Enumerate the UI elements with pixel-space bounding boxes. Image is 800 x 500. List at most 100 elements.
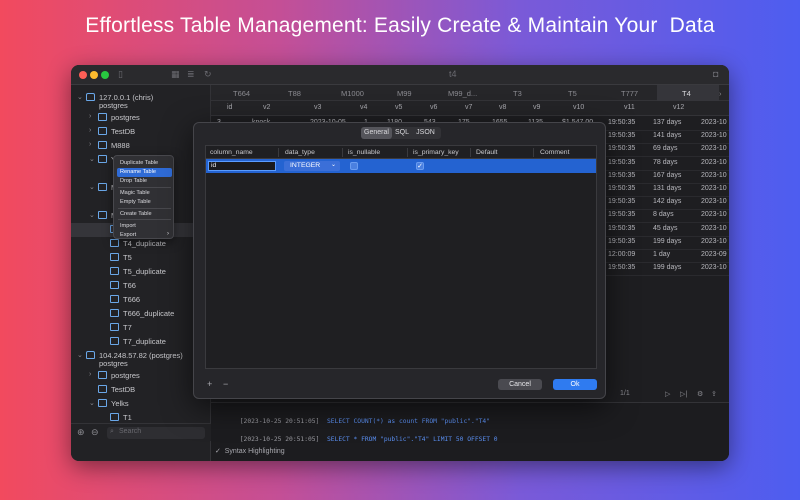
sidebar-item-db[interactable]: TestDB <box>71 383 211 397</box>
context-menu-item-create-table[interactable]: Create Table <box>117 210 172 219</box>
grid-cell[interactable]: 2023-10 <box>701 172 727 179</box>
grid-column-header[interactable]: v4 <box>360 104 367 111</box>
tab-m99_d...[interactable]: M99_d... <box>448 89 477 98</box>
sidebar-item-table[interactable]: T666 <box>71 293 211 307</box>
grid-cell[interactable]: 2023-10 <box>701 185 727 192</box>
grid-cell[interactable]: 141 days <box>653 132 681 139</box>
grid-cell[interactable]: 19:50:35 <box>608 132 635 139</box>
chevron-down-icon[interactable]: ⌄ <box>77 351 83 359</box>
grid-cell[interactable]: 2023-10 <box>701 238 727 245</box>
context-menu-item-import[interactable]: Import <box>117 222 172 231</box>
tab-sql[interactable]: SQL <box>392 127 412 139</box>
syntax-highlighting-toggle[interactable]: ✓ Syntax Highlighting <box>215 447 285 455</box>
chevron-down-icon[interactable]: ⌄ <box>77 93 83 101</box>
grid-cell[interactable]: 19:50:35 <box>608 198 635 205</box>
col-header-comment[interactable]: Comment <box>540 149 569 156</box>
grid-column-header[interactable]: v10 <box>573 104 584 111</box>
grid-column-header[interactable]: v7 <box>465 104 472 111</box>
context-menu-item-empty-table[interactable]: Empty Table <box>117 198 172 207</box>
grid-cell[interactable]: 199 days <box>653 264 681 271</box>
grid-column-header[interactable]: v8 <box>499 104 506 111</box>
sidebar-item-db[interactable]: › postgres <box>71 369 211 383</box>
minimize-window-button[interactable] <box>90 71 98 79</box>
grid-cell[interactable]: 2023-10 <box>701 119 727 126</box>
tab-t664[interactable]: T664 <box>233 89 250 98</box>
is-nullable-checkbox[interactable] <box>350 162 358 170</box>
grid-cell[interactable]: 19:50:35 <box>608 145 635 152</box>
filter-icon[interactable]: ⊖ <box>91 427 99 438</box>
col-header-data-type[interactable]: data_type <box>285 149 315 156</box>
grid-cell[interactable]: 2023-10 <box>701 132 727 139</box>
sidebar-item-table[interactable]: T666_duplicate <box>71 307 211 321</box>
refresh-icon[interactable]: ↻ <box>204 69 212 80</box>
remove-column-button[interactable]: − <box>223 379 228 389</box>
context-menu-item-duplicate-table[interactable]: Duplicate Table <box>117 159 172 168</box>
camera-icon[interactable]: ◘ <box>713 69 718 79</box>
tab-t777[interactable]: T777 <box>621 89 638 98</box>
is-primary-key-checkbox[interactable]: ✓ <box>416 162 424 170</box>
grid-cell[interactable]: 19:50:35 <box>608 159 635 166</box>
data-type-select[interactable]: INTEGER ⌄ <box>284 161 340 171</box>
add-column-button[interactable]: + <box>207 379 212 389</box>
grid-column-header[interactable]: v2 <box>263 104 270 111</box>
ok-button[interactable]: Ok <box>553 379 597 390</box>
zoom-window-button[interactable] <box>101 71 109 79</box>
grid-cell[interactable]: 2023-10 <box>701 198 727 205</box>
tab-m99[interactable]: M99 <box>397 89 412 98</box>
col-header-column-name[interactable]: column_name <box>210 149 253 156</box>
col-header-is-nullable[interactable]: is_nullable <box>348 149 380 156</box>
sidebar-item-server[interactable]: ⌄ 104.248.57.82 (postgres) <box>71 349 211 363</box>
grid-cell[interactable]: 2023-10 <box>701 211 727 218</box>
tab-t4[interactable]: T4 <box>682 89 691 98</box>
more-tabs-icon[interactable]: › <box>719 89 722 98</box>
tab-t3[interactable]: T3 <box>513 89 522 98</box>
col-header-is-primary-key[interactable]: is_primary_key <box>413 149 459 156</box>
grid-cell[interactable]: 19:50:35 <box>608 172 635 179</box>
chevron-down-icon[interactable]: ⌄ <box>89 211 95 219</box>
sidebar-item-db[interactable]: › TestDB <box>71 125 211 139</box>
chevron-down-icon[interactable]: ⌄ <box>89 155 95 163</box>
chevron-right-icon[interactable]: › <box>89 113 91 120</box>
tab-m1000[interactable]: M1000 <box>341 89 364 98</box>
grid-cell[interactable]: 45 days <box>653 225 678 232</box>
grid-cell[interactable]: 2023-09 <box>701 251 727 258</box>
sidebar-item-table[interactable]: T5 <box>71 251 211 265</box>
grid-column-header[interactable]: v12 <box>673 104 684 111</box>
grid-cell[interactable]: 78 days <box>653 159 678 166</box>
sidebar-item-server[interactable]: ⌄ 127.0.0.1 (chris) <box>71 91 211 105</box>
sidebar-item-db[interactable]: › M888 <box>71 139 211 153</box>
grid-icon[interactable]: ▦ <box>171 69 180 80</box>
grid-cell[interactable]: 19:50:35 <box>608 264 635 271</box>
tab-general[interactable]: General <box>361 127 392 139</box>
grid-cell[interactable]: 19:50:35 <box>608 211 635 218</box>
grid-column-header[interactable]: v3 <box>314 104 321 111</box>
settings-icon[interactable]: ⚙ <box>697 390 703 398</box>
sidebar-item-db[interactable]: ⌄ Yelks <box>71 397 211 411</box>
grid-cell[interactable]: 2023-10 <box>701 225 727 232</box>
grid-cell[interactable]: 1 day <box>653 251 670 258</box>
context-menu-item-drop-table[interactable]: Drop Table <box>117 177 172 186</box>
grid-column-header[interactable]: v9 <box>533 104 540 111</box>
grid-cell[interactable]: 19:50:35 <box>608 119 635 126</box>
grid-cell[interactable]: 8 days <box>653 211 674 218</box>
chevron-down-icon[interactable]: ⌄ <box>89 183 95 191</box>
grid-cell[interactable]: 137 days <box>653 119 681 126</box>
chevron-right-icon[interactable]: › <box>89 371 91 378</box>
grid-cell[interactable]: 167 days <box>653 172 681 179</box>
grid-cell[interactable]: 12:00:09 <box>608 251 635 258</box>
grid-column-header[interactable]: v11 <box>624 104 635 111</box>
chevron-down-icon[interactable]: ⌄ <box>89 399 95 407</box>
grid-cell[interactable]: 19:50:35 <box>608 225 635 232</box>
export-icon[interactable]: ⇪ <box>711 390 717 398</box>
sidebar-toggle-icon[interactable]: ▯ <box>118 69 123 80</box>
chevron-right-icon[interactable]: › <box>89 127 91 134</box>
next-page-icon[interactable]: ▷ <box>665 390 670 398</box>
grid-cell[interactable]: 69 days <box>653 145 678 152</box>
col-header-default[interactable]: Default <box>476 149 498 156</box>
grid-cell[interactable]: 19:50:35 <box>608 185 635 192</box>
grid-cell[interactable]: 131 days <box>653 185 681 192</box>
add-icon[interactable]: ⊕ <box>77 427 85 438</box>
close-window-button[interactable] <box>79 71 87 79</box>
column-row[interactable]: id INTEGER ⌄ ✓ <box>206 159 596 173</box>
sidebar-search-input[interactable]: ⌕ Search <box>107 427 205 439</box>
